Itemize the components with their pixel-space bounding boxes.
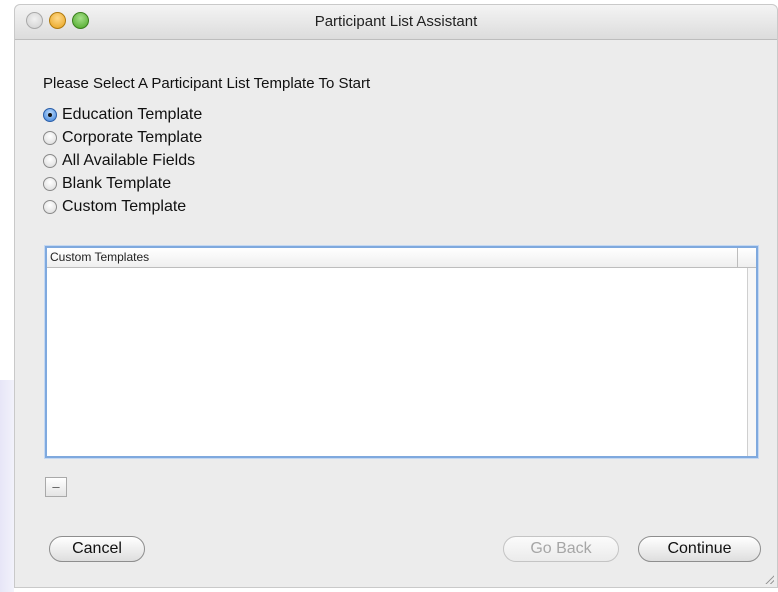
radio-label: Blank Template (62, 174, 172, 192)
radio-corporate-template[interactable]: Corporate Template (43, 126, 202, 149)
assistant-window: Participant List Assistant Please Select… (14, 4, 778, 588)
radio-unselected-icon[interactable] (43, 130, 57, 145)
radio-unselected-icon[interactable] (43, 176, 57, 191)
resize-grip-icon[interactable] (765, 575, 774, 584)
list-scrollbar[interactable] (747, 268, 756, 456)
radio-unselected-icon[interactable] (43, 153, 57, 168)
radio-all-available-fields[interactable]: All Available Fields (43, 149, 202, 172)
custom-templates-list[interactable]: Custom Templates (45, 246, 758, 458)
page: Participant List Assistant Please Select… (0, 0, 778, 592)
custom-templates-header[interactable]: Custom Templates (47, 248, 756, 268)
header-corner (737, 248, 756, 267)
radio-selected-icon[interactable] (43, 107, 57, 122)
column-header-label: Custom Templates (50, 250, 150, 264)
template-radio-group: Education Template Corporate Template Al… (43, 103, 202, 218)
background-band (0, 380, 14, 592)
template-prompt: Please Select A Participant List Templat… (43, 75, 371, 92)
radio-label: Corporate Template (62, 128, 203, 146)
radio-label: Custom Template (62, 197, 187, 215)
radio-label: Education Template (62, 105, 203, 123)
radio-education-template[interactable]: Education Template (43, 103, 202, 126)
radio-unselected-icon[interactable] (43, 199, 57, 214)
remove-template-button[interactable]: – (45, 477, 67, 497)
title-bar[interactable]: Participant List Assistant (15, 5, 777, 40)
window-title: Participant List Assistant (314, 13, 478, 30)
radio-blank-template[interactable]: Blank Template (43, 172, 202, 195)
continue-button[interactable]: Continue (638, 536, 761, 562)
cancel-button[interactable]: Cancel (49, 536, 145, 562)
go-back-button[interactable]: Go Back (503, 536, 619, 562)
radio-label: All Available Fields (62, 151, 196, 169)
radio-custom-template[interactable]: Custom Template (43, 195, 202, 218)
